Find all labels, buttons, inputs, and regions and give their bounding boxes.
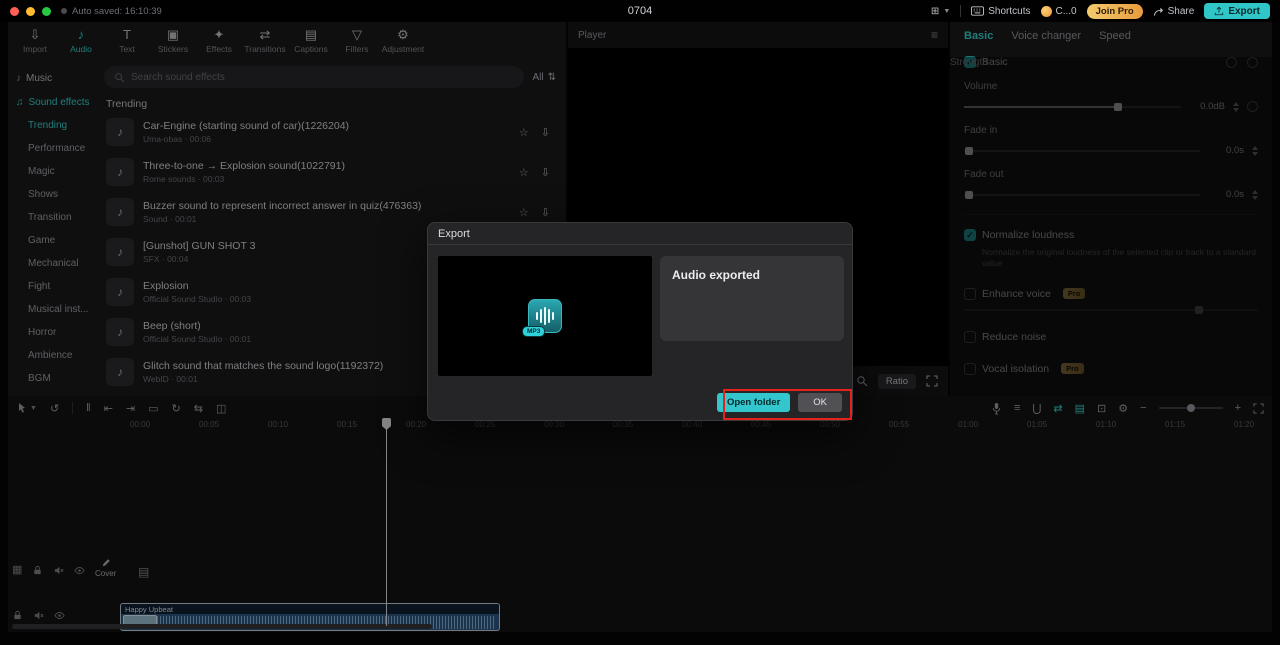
- window-titlebar: Auto saved: 16:10:39 0704 ⊞ ▼ Shortcuts C…: [0, 0, 1280, 22]
- export-status-text: Audio exported: [672, 268, 761, 282]
- grid-layout-icon: ⊞: [930, 5, 940, 17]
- join-pro-button[interactable]: Join Pro: [1086, 3, 1143, 19]
- share-button[interactable]: Share: [1153, 5, 1195, 17]
- close-button[interactable]: [10, 6, 19, 16]
- export-dialog-title: Export: [428, 223, 852, 245]
- window-controls: [10, 6, 51, 16]
- export-button[interactable]: Export: [1204, 3, 1270, 19]
- shortcuts-label: Shortcuts: [988, 5, 1031, 17]
- export-info-panel: Audio exported: [660, 256, 844, 341]
- autosave-status-icon: [61, 8, 67, 14]
- keyboard-icon: [971, 6, 984, 16]
- minimize-button[interactable]: [26, 6, 35, 16]
- open-folder-button[interactable]: Open folder: [716, 393, 791, 412]
- layout-switcher[interactable]: ⊞ ▼: [931, 6, 950, 17]
- share-icon: [1153, 6, 1164, 17]
- shortcuts-button[interactable]: Shortcuts: [971, 5, 1031, 17]
- export-label: Export: [1228, 5, 1260, 17]
- coin-icon: [1040, 5, 1052, 17]
- mp3-badge: MP3: [522, 326, 546, 337]
- zoom-button[interactable]: [42, 6, 51, 16]
- export-dialog-footer: Open folder OK: [716, 393, 842, 412]
- export-preview: MP3: [438, 256, 652, 376]
- chevron-down-icon: ▼: [943, 7, 951, 15]
- credits-label: C...0: [1055, 5, 1077, 17]
- credits-indicator[interactable]: C...0: [1040, 5, 1077, 17]
- capcut-app: Auto saved: 16:10:39 0704 ⊞ ▼ Shortcuts C…: [0, 0, 1280, 645]
- mp3-file-icon: MP3: [522, 299, 562, 337]
- share-label: Share: [1167, 5, 1195, 17]
- autosave-status: Auto saved: 16:10:39: [72, 5, 162, 17]
- export-icon: [1214, 6, 1224, 16]
- export-dialog: Export MP3 Audio exported Open folder OK: [427, 222, 853, 421]
- divider: [960, 5, 962, 17]
- ok-button[interactable]: OK: [798, 393, 842, 412]
